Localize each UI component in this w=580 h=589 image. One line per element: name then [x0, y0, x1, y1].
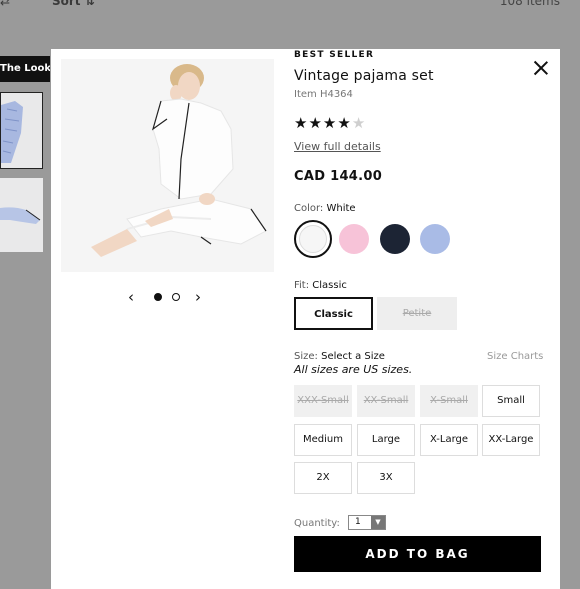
color-selected-value: White	[326, 203, 356, 214]
size-option-medium[interactable]: Medium	[294, 424, 352, 456]
size-option-xxx-small[interactable]: XXX-Small	[294, 385, 352, 417]
sort-label: Sort	[52, 0, 81, 8]
look-thumbnail-eye-mask[interactable]	[0, 178, 43, 252]
product-main-image[interactable]	[61, 59, 274, 272]
star-rating: ★★★★★	[294, 114, 366, 132]
best-seller-badge: BEST SELLER	[294, 50, 375, 60]
fit-label-row: Fit: Classic	[294, 280, 347, 291]
chevron-left-icon[interactable]: ‹	[128, 289, 134, 305]
look-thumbnail-pajama[interactable]	[0, 92, 43, 169]
color-swatch-navy[interactable]	[380, 224, 410, 254]
image-carousel-controls: ‹ ›	[128, 289, 208, 305]
size-option-xx-small[interactable]: XX-Small	[357, 385, 415, 417]
color-swatch-white[interactable]	[294, 220, 332, 258]
fit-selected-value: Classic	[312, 280, 347, 291]
view-full-details-link[interactable]: View full details	[294, 140, 381, 153]
star-icon: ★	[308, 114, 323, 132]
chevron-right-icon[interactable]: ›	[195, 289, 201, 305]
the-look-label: The Look	[0, 56, 50, 82]
size-option-2x[interactable]: 2X	[294, 462, 352, 494]
size-option-3x[interactable]: 3X	[357, 462, 415, 494]
star-icon: ★	[294, 114, 309, 132]
color-swatch-pink[interactable]	[339, 224, 369, 254]
carousel-dot-2[interactable]	[172, 293, 180, 301]
fit-option-petite[interactable]: Petite	[377, 297, 457, 330]
fit-option-classic[interactable]: Classic	[294, 297, 373, 330]
chevron-down-icon: ▼	[371, 516, 385, 529]
color-swatch-light-blue[interactable]	[420, 224, 450, 254]
color-label-row: Color: White	[294, 203, 356, 214]
quantity-select[interactable]: 1 ▼	[348, 515, 386, 530]
sort-arrows-icon: ⇅	[84, 0, 95, 8]
quantity-label: Quantity:	[294, 518, 340, 529]
close-icon[interactable]	[530, 59, 552, 81]
add-to-bag-button[interactable]: ADD TO BAG	[294, 536, 541, 572]
carousel-dot-1[interactable]	[154, 293, 162, 301]
item-number: Item H4364	[294, 89, 353, 100]
size-option-x-large[interactable]: X-Large	[420, 424, 478, 456]
size-option-xx-large[interactable]: XX-Large	[482, 424, 540, 456]
quantity-value: 1	[355, 517, 361, 527]
color-label: Color:	[294, 203, 324, 214]
size-charts-link[interactable]: Size Charts	[487, 351, 543, 362]
size-label: Size:	[294, 351, 318, 362]
size-selected-value: Select a Size	[321, 351, 385, 362]
size-option-small[interactable]: Small	[482, 385, 540, 417]
product-title: Vintage pajama set	[294, 68, 434, 84]
filter-sliders-icon[interactable]: ⇄	[0, 0, 10, 8]
star-empty-icon: ★	[351, 114, 367, 132]
price: CAD 144.00	[294, 169, 383, 184]
star-icon: ★	[337, 114, 352, 132]
star-icon: ★	[322, 114, 338, 132]
fit-label: Fit:	[294, 280, 310, 291]
us-sizes-note: All sizes are US sizes.	[294, 363, 413, 376]
size-label-row: Size: Select a Size	[294, 351, 385, 362]
item-count: 108 items	[499, 0, 560, 8]
background-toolbar: ⇄ Sort ⇅ 108 items	[0, 0, 580, 14]
size-option-x-small[interactable]: X-Small	[420, 385, 478, 417]
sort-button[interactable]: Sort ⇅	[52, 0, 95, 8]
size-option-large[interactable]: Large	[357, 424, 415, 456]
